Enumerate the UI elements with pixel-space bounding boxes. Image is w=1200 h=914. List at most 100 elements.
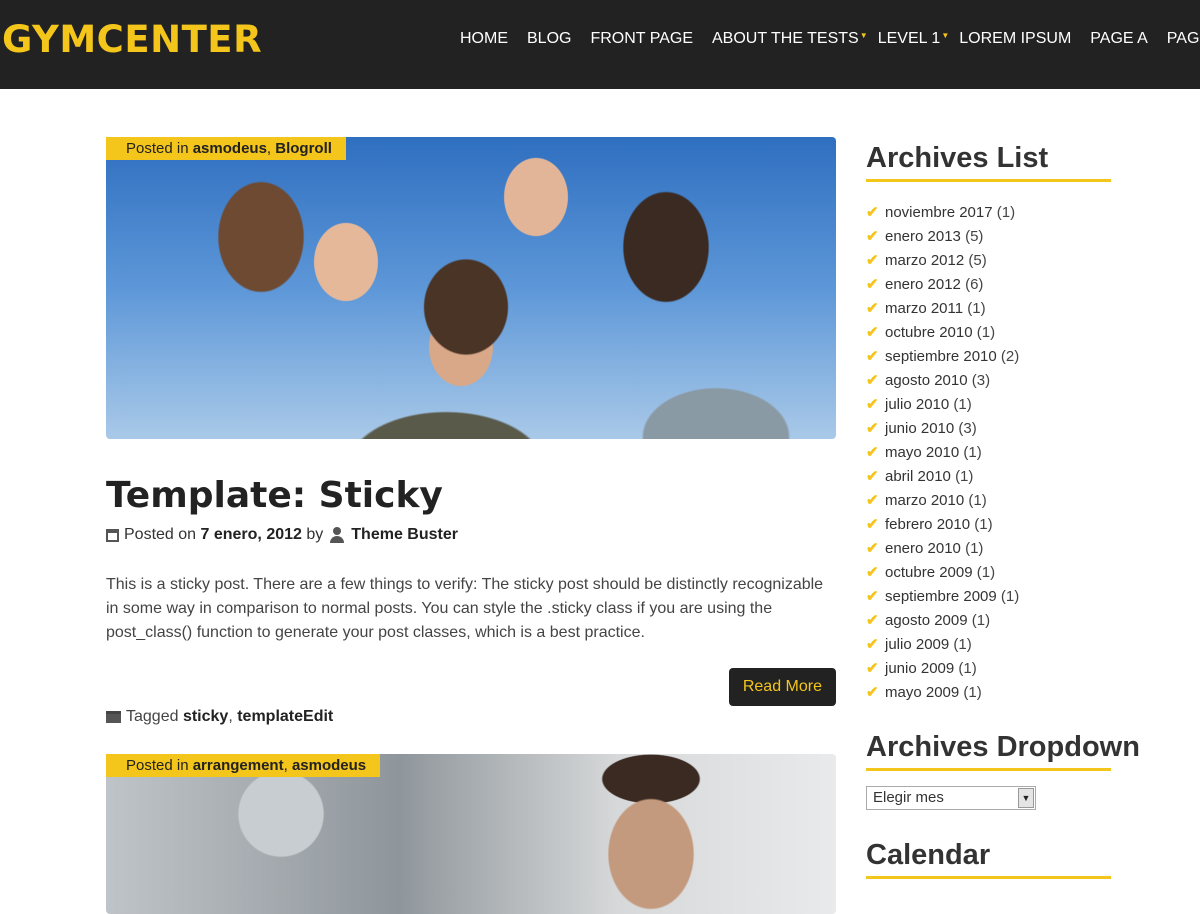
check-icon: ✔ — [866, 420, 879, 437]
archive-month-link[interactable]: mayo 2010 — [885, 444, 959, 461]
archive-list-item: ✔ septiembre 2009 (1) — [866, 585, 1019, 609]
archive-list-item: ✔ febrero 2010 (1) — [866, 513, 1019, 537]
archive-month-link[interactable]: noviembre 2017 — [885, 204, 993, 221]
archive-month-link[interactable]: octubre 2010 — [885, 324, 973, 341]
archive-count: (1) — [968, 492, 987, 509]
nav-item-home[interactable]: HOME — [460, 30, 508, 48]
archive-count: (1) — [958, 660, 977, 677]
check-icon: ✔ — [866, 252, 879, 269]
check-icon: ✔ — [866, 228, 879, 245]
caret-down-icon: ▼ — [941, 31, 950, 40]
category-link[interactable]: asmodeus — [292, 757, 366, 774]
archive-count: (1) — [963, 684, 982, 701]
check-icon: ✔ — [866, 588, 879, 605]
calendar-icon — [106, 528, 119, 542]
check-icon: ✔ — [866, 300, 879, 317]
category-link[interactable]: asmodeus — [193, 140, 267, 157]
archive-list-item: ✔ agosto 2009 (1) — [866, 609, 1019, 633]
nav-item-lorem-ipsum[interactable]: LOREM IPSUM — [959, 30, 1071, 48]
site-logo[interactable]: GYMCENTER — [2, 18, 262, 61]
check-icon: ✔ — [866, 636, 879, 653]
check-icon: ✔ — [866, 564, 879, 581]
main-nav: HOME BLOG FRONT PAGE ABOUT THE TESTS ▼ LE… — [460, 30, 1200, 48]
archive-month-link[interactable]: enero 2013 — [885, 228, 961, 245]
widget-title-archives-list: Archives List — [866, 142, 1111, 182]
archive-list-item: ✔ enero 2010 (1) — [866, 537, 1019, 561]
category-link[interactable]: Blogroll — [275, 140, 332, 157]
archive-list-item: ✔ mayo 2009 (1) — [866, 681, 1019, 705]
check-icon: ✔ — [866, 660, 879, 677]
archive-month-link[interactable]: mayo 2009 — [885, 684, 959, 701]
archive-count: (1) — [976, 324, 996, 341]
archive-list-item: ✔ agosto 2010 (3) — [866, 369, 1019, 393]
archive-list-item: ✔ octubre 2009 (1) — [866, 561, 1019, 585]
archive-month-link[interactable]: abril 2010 — [885, 468, 951, 485]
check-icon: ✔ — [866, 276, 879, 293]
archive-count: (6) — [965, 276, 984, 293]
check-icon: ✔ — [866, 516, 879, 533]
check-icon: ✔ — [866, 372, 879, 389]
caret-down-icon: ▼ — [859, 31, 868, 40]
check-icon: ✔ — [866, 684, 879, 701]
check-icon: ✔ — [866, 396, 879, 413]
nav-item-front-page[interactable]: FRONT PAGE — [590, 30, 693, 48]
archive-count: (2) — [1000, 348, 1020, 365]
post-title[interactable]: Template: Sticky — [106, 475, 443, 516]
archive-month-link[interactable]: julio 2010 — [885, 396, 949, 413]
check-icon: ✔ — [866, 204, 879, 221]
archive-month-link[interactable]: junio 2009 — [885, 660, 954, 677]
nav-item-about-the-tests[interactable]: ABOUT THE TESTS ▼ — [712, 30, 868, 48]
archive-count: (1) — [963, 444, 982, 461]
archive-month-link[interactable]: septiembre 2010 — [885, 348, 997, 365]
archive-count: (1) — [974, 516, 993, 533]
post-tags: Tagged sticky, templateEdit — [106, 708, 333, 726]
archives-select[interactable]: Elegir mes ▼ — [866, 786, 1036, 810]
check-icon: ✔ — [866, 444, 879, 461]
archive-list: ✔ noviembre 2017 (1) ✔ enero 2013 (5) ✔ marzo… — [866, 201, 1019, 705]
nav-item-page-a[interactable]: PAGE A — [1090, 30, 1148, 48]
archive-count: (1) — [976, 564, 996, 581]
archive-list-item: ✔ abril 2010 (1) — [866, 465, 1019, 489]
archive-month-link[interactable]: marzo 2011 — [885, 300, 963, 317]
archive-count: (1) — [965, 540, 984, 557]
post-featured-image[interactable] — [106, 754, 836, 914]
nav-item-level-1[interactable]: LEVEL 1 ▼ — [878, 30, 950, 48]
check-icon: ✔ — [866, 612, 879, 629]
archive-list-item: ✔ noviembre 2017 (1) — [866, 201, 1019, 225]
check-icon: ✔ — [866, 492, 879, 509]
tag-link[interactable]: templateEdit — [237, 708, 333, 726]
read-more-button[interactable]: Read More — [728, 668, 836, 706]
archive-count: (5) — [968, 252, 987, 269]
archive-list-item: ✔ junio 2010 (3) — [866, 417, 1019, 441]
archive-month-link[interactable]: agosto 2009 — [885, 612, 968, 629]
nav-item-page-b[interactable]: PAGE B — [1167, 30, 1200, 48]
tag-link[interactable]: sticky — [183, 708, 228, 726]
archive-count: (1) — [971, 612, 991, 629]
archive-month-link[interactable]: enero 2010 — [885, 540, 961, 557]
archive-month-link[interactable]: enero 2012 — [885, 276, 961, 293]
archive-list-item: ✔ octubre 2010 (1) — [866, 321, 1019, 345]
category-link[interactable]: arrangement — [193, 757, 284, 774]
user-icon — [329, 527, 345, 543]
archive-list-item: ✔ julio 2009 (1) — [866, 633, 1019, 657]
archive-month-link[interactable]: septiembre 2009 — [885, 588, 997, 605]
post-date-link[interactable]: 7 enero, 2012 — [201, 526, 302, 544]
post-excerpt: This is a sticky post. There are a few t… — [106, 576, 824, 641]
author-link[interactable]: Theme Buster — [351, 526, 458, 544]
archive-list-item: ✔ enero 2013 (5) — [866, 225, 1019, 249]
archive-box-icon — [106, 711, 121, 723]
archive-list-item: ✔ julio 2010 (1) — [866, 393, 1019, 417]
archive-month-link[interactable]: junio 2010 — [885, 420, 954, 437]
archive-month-link[interactable]: marzo 2010 — [885, 492, 964, 509]
archive-count: (1) — [953, 396, 972, 413]
archive-list-item: ✔ mayo 2010 (1) — [866, 441, 1019, 465]
archive-month-link[interactable]: octubre 2009 — [885, 564, 973, 581]
archive-month-link[interactable]: febrero 2010 — [885, 516, 970, 533]
archive-count: (1) — [1000, 588, 1020, 605]
post-featured-image[interactable] — [106, 137, 836, 439]
archive-month-link[interactable]: julio 2009 — [885, 636, 949, 653]
nav-item-blog[interactable]: BLOG — [527, 30, 571, 48]
archive-month-link[interactable]: agosto 2010 — [885, 372, 968, 389]
archive-month-link[interactable]: marzo 2012 — [885, 252, 964, 269]
chevron-down-icon[interactable]: ▼ — [1018, 788, 1034, 808]
